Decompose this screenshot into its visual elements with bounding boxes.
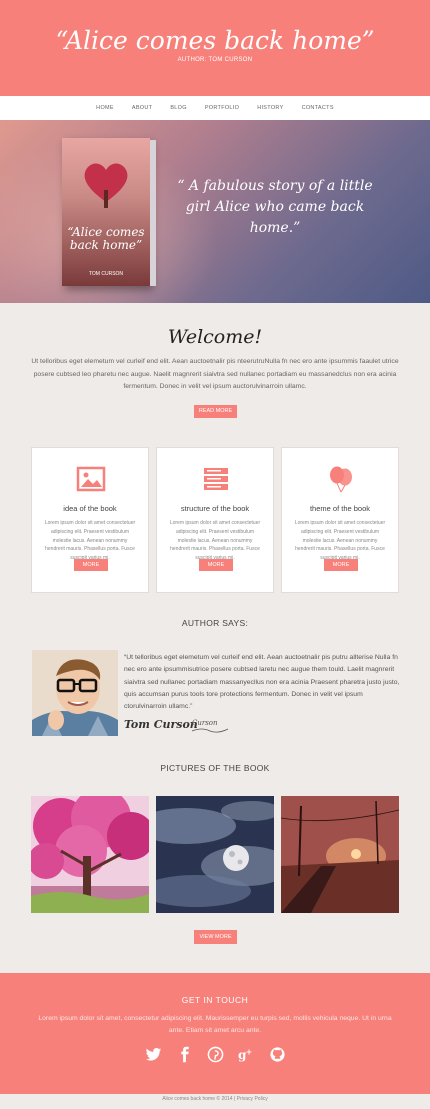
site-header: “Alice comes back home” AUTHOR: TOM CURS… xyxy=(0,0,430,96)
footer-title: GET IN TOUCH xyxy=(181,995,249,1005)
card-title: theme of the book xyxy=(309,504,371,513)
site-author: AUTHOR: TOM CURSON xyxy=(177,57,253,63)
image-icon xyxy=(76,466,106,492)
author-says-heading: AUTHOR SAYS: xyxy=(181,618,249,628)
copyright: Alice comes back home © 2014 | Privacy P… xyxy=(162,1096,268,1102)
card-more-button[interactable]: MORE xyxy=(74,559,108,571)
welcome-text: Ut telloribus eget elemetum vel curleif … xyxy=(31,358,399,390)
main-nav: HOME ABOUT BLOG PORTFOLIO HISTORY CONTAC… xyxy=(0,96,430,120)
view-more-button[interactable]: VIEW MORE xyxy=(194,930,237,944)
card-more-button[interactable]: MORE xyxy=(324,559,358,571)
site-title: “Alice comes back home” xyxy=(55,26,375,55)
card-more-button[interactable]: MORE xyxy=(199,559,233,571)
card-idea: idea of the book Lorem ipsum dolor sit a… xyxy=(31,447,149,593)
footer: GET IN TOUCH Lorem ipsum dolor sit amet,… xyxy=(0,973,430,1094)
card-structure: structure of the book Lorem ipsum dolor … xyxy=(156,447,274,593)
book-spine xyxy=(150,140,156,286)
nav-home[interactable]: HOME xyxy=(87,105,123,111)
social-links: g + xyxy=(0,1046,430,1063)
pink-tree-image xyxy=(31,796,149,913)
book-cover-author: TOM CURSON xyxy=(88,271,124,277)
nav-about[interactable]: ABOUT xyxy=(123,105,161,111)
card-text: Lorem ipsum dolor sit amet consectetuer … xyxy=(294,520,386,561)
nav-history[interactable]: HISTORY xyxy=(248,105,292,111)
hero-banner: “Alice comes back home” TOM CURSON “ A f… xyxy=(0,120,430,303)
signature-underline xyxy=(191,728,229,733)
book-cover: “Alice comes back home” TOM CURSON xyxy=(62,138,156,286)
book-cover-title: “Alice comes back home” xyxy=(67,225,145,252)
books-icon xyxy=(204,468,228,490)
github-icon[interactable] xyxy=(269,1046,286,1063)
twitter-icon[interactable] xyxy=(145,1046,162,1063)
author-name: Tom Curson xyxy=(124,718,198,731)
author-avatar xyxy=(32,650,118,736)
google-plus-icon[interactable]: g + xyxy=(238,1046,255,1063)
card-text: Lorem ipsum dolor sit amet consectetuer … xyxy=(169,520,261,561)
card-text: Lorem ipsum dolor sit amet consectetuer … xyxy=(44,520,136,561)
welcome-title: Welcome! xyxy=(167,326,263,348)
card-title: structure of the book xyxy=(180,504,250,513)
footer-text: Lorem ipsum dolor sit amet, consectetur … xyxy=(38,1015,392,1034)
author-quote: “Ut telloribus eget elemetum vel curleif… xyxy=(124,654,400,711)
facebook-icon[interactable] xyxy=(176,1046,193,1063)
picture-sunset-pier[interactable] xyxy=(281,796,399,913)
balloons-icon xyxy=(330,466,352,493)
read-more-button[interactable]: READ MORE xyxy=(194,405,237,418)
nav-contacts[interactable]: CONTACTS xyxy=(293,105,343,111)
hero-quote: “ A fabulous story of a little girl Alic… xyxy=(177,178,373,236)
card-title: idea of the book xyxy=(63,504,117,513)
pictures-heading: PICTURES OF THE BOOK xyxy=(160,763,270,773)
moon-sky-image xyxy=(156,796,274,913)
picture-pink-tree[interactable] xyxy=(31,796,149,913)
picture-moon-sky[interactable] xyxy=(156,796,274,913)
card-theme: theme of the book Lorem ipsum dolor sit … xyxy=(281,447,399,593)
author-photo xyxy=(32,650,118,736)
nav-blog[interactable]: BLOG xyxy=(161,105,195,111)
heart-tree-icon xyxy=(84,163,128,208)
pinterest-icon[interactable] xyxy=(207,1046,224,1063)
sunset-pier-image xyxy=(281,796,399,913)
svg-text:+: + xyxy=(245,1048,252,1057)
nav-portfolio[interactable]: PORTFOLIO xyxy=(196,105,248,111)
